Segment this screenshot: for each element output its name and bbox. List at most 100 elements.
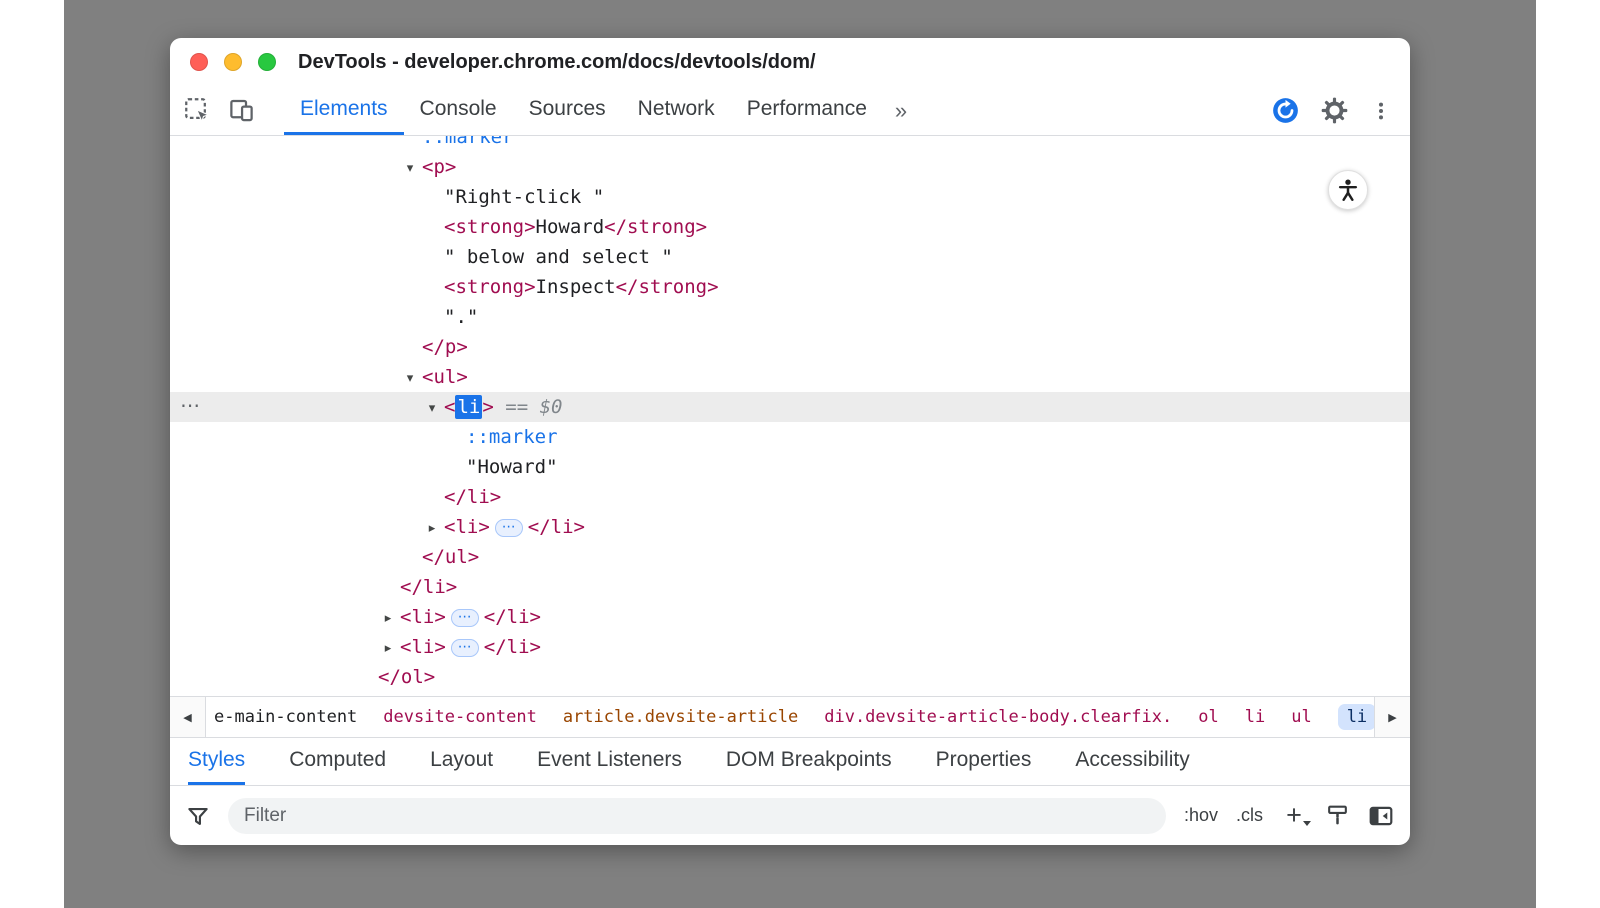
twisty-right-icon[interactable]: ▸ <box>378 634 398 664</box>
dom-tree-row[interactable]: ▸<li> ⋯ </li> <box>170 512 1410 542</box>
sidebar-tabs: Styles Computed Layout Event Listeners DOM B… <box>170 738 1410 786</box>
tag-token: </li> <box>400 576 457 598</box>
filter-funnel-icon <box>186 804 210 828</box>
sync-badge-button[interactable] <box>1272 97 1299 124</box>
text-token: "Right-click " <box>444 186 604 208</box>
dom-tree-row[interactable]: ▸<li>⋯</li> <box>170 632 1410 662</box>
dom-tree-row[interactable]: ▸<li>⋯</li> <box>170 602 1410 632</box>
accessibility-button[interactable] <box>1328 170 1368 210</box>
tag-token: </li> <box>528 516 585 538</box>
dom-tree-row[interactable]: </li> <box>170 482 1410 512</box>
tag-token: <strong> <box>444 276 536 298</box>
breadcrumb-item-li[interactable]: li <box>1338 704 1374 730</box>
sidebar-tab-styles[interactable]: Styles <box>188 738 245 785</box>
styles-filter-input[interactable] <box>228 798 1166 834</box>
twisty-right-icon[interactable]: ▸ <box>378 604 398 634</box>
text-token: "." <box>444 306 478 328</box>
accessibility-person-icon <box>1335 177 1361 203</box>
dom-tree-row[interactable]: </ul> <box>170 542 1410 572</box>
more-options-button[interactable] <box>1370 99 1392 123</box>
element-classes-button[interactable]: .cls <box>1236 805 1263 826</box>
dom-tree-row[interactable]: " below and select " <box>170 242 1410 272</box>
format-paint-button[interactable] <box>1325 803 1350 828</box>
tag-token: </li> <box>484 606 541 628</box>
twisty-down-icon[interactable]: ▾ <box>422 394 442 424</box>
tag-token: </ul> <box>422 546 479 568</box>
dom-tree-row[interactable]: ⋯▾<li> == $0 <box>170 392 1410 422</box>
collapsed-content-button[interactable]: ⋯ <box>451 609 479 627</box>
device-toolbar-button[interactable] <box>226 86 256 135</box>
tag-token: <ul> <box>422 366 468 388</box>
titlebar: DevTools - developer.chrome.com/docs/dev… <box>170 38 1410 86</box>
dom-tree-row[interactable]: </ol> <box>170 662 1410 692</box>
dom-tree-row[interactable]: <strong>Howard</strong> <box>170 212 1410 242</box>
tag-token: </li> <box>484 636 541 658</box>
selected-tag-highlight: li <box>455 395 482 419</box>
tag-token: </ol> <box>378 666 435 688</box>
inspect-element-button[interactable] <box>182 86 212 135</box>
window-title: DevTools - developer.chrome.com/docs/dev… <box>298 51 816 74</box>
zoom-button[interactable] <box>258 53 276 71</box>
sidebar-tab-event-listeners[interactable]: Event Listeners <box>537 738 682 785</box>
toggle-sidebar-icon <box>1368 803 1394 829</box>
breadcrumb-item-li[interactable]: li <box>1245 707 1265 727</box>
dom-tree-row[interactable]: ▾<ul> <box>170 362 1410 392</box>
tab-network[interactable]: Network <box>622 86 731 135</box>
sidebar-tab-dom-breakpoints[interactable]: DOM Breakpoints <box>726 738 892 785</box>
breadcrumb-scroll-left-button[interactable]: ◀ <box>170 697 206 737</box>
more-actions-icon[interactable]: ⋯ <box>180 392 200 419</box>
twisty-down-icon[interactable]: ▾ <box>400 364 420 394</box>
minimize-button[interactable] <box>224 53 242 71</box>
collapsed-content-button[interactable]: ⋯ <box>495 519 523 537</box>
breadcrumb-item-div-devsite-article-body-clearfix[interactable]: div.devsite-article-body.clearfix. <box>824 707 1172 727</box>
breadcrumb-item-e-main-content[interactable]: e-main-content <box>214 707 357 727</box>
dom-tree-row[interactable]: <strong>Inspect</strong> <box>170 272 1410 302</box>
sync-icon <box>1272 97 1299 124</box>
dom-tree-row[interactable]: ::marker <box>170 422 1410 452</box>
sidebar-tab-accessibility[interactable]: Accessibility <box>1075 738 1189 785</box>
breadcrumb-item-ul[interactable]: ul <box>1291 707 1311 727</box>
tag-token: < <box>444 396 455 418</box>
twisty-right-icon[interactable]: ▸ <box>422 514 442 544</box>
dom-tree-row[interactable]: </p> <box>170 332 1410 362</box>
toggle-sidebar-button[interactable] <box>1368 803 1394 829</box>
tag-token: </strong> <box>616 276 719 298</box>
traffic-lights <box>190 53 276 71</box>
sidebar-tab-computed[interactable]: Computed <box>289 738 386 785</box>
settings-button[interactable] <box>1321 97 1348 124</box>
breadcrumb-bar: ◀ e-main-content devsite-content article.d… <box>170 696 1410 738</box>
dom-tree-row[interactable]: "Right-click " <box>170 182 1410 212</box>
dom-tree-row[interactable]: ▾<p> <box>170 152 1410 182</box>
new-style-rule-button[interactable]: + <box>1281 801 1307 831</box>
tag-token: </strong> <box>604 216 707 238</box>
devtools-window: DevTools - developer.chrome.com/docs/dev… <box>170 38 1410 845</box>
main-toolbar: ElementsConsoleSourcesNetworkPerformance… <box>170 86 1410 136</box>
sidebar-tab-layout[interactable]: Layout <box>430 738 493 785</box>
tab-performance[interactable]: Performance <box>731 86 883 135</box>
text-token: "Howard" <box>466 456 558 478</box>
tab-elements[interactable]: Elements <box>284 86 404 135</box>
sidebar-tab-properties[interactable]: Properties <box>936 738 1032 785</box>
text-token: Howard <box>536 216 605 238</box>
dom-tree-row[interactable]: "Howard" <box>170 452 1410 482</box>
collapsed-content-button[interactable]: ⋯ <box>451 639 479 657</box>
breadcrumb-item-ol[interactable]: ol <box>1198 707 1218 727</box>
more-tabs-button[interactable]: » <box>883 86 919 135</box>
breadcrumb-item-article-devsite-article[interactable]: article.devsite-article <box>563 707 798 727</box>
breadcrumb-item-devsite-content[interactable]: devsite-content <box>383 707 537 727</box>
toggle-element-state-button[interactable]: :hov <box>1184 805 1218 826</box>
equals-token: == <box>505 396 528 418</box>
tab-console[interactable]: Console <box>404 86 513 135</box>
toolbar-right <box>1272 86 1410 135</box>
tag-token: <li> <box>444 516 490 538</box>
dom-tree-row[interactable]: "." <box>170 302 1410 332</box>
tag-token: <strong> <box>444 216 536 238</box>
breadcrumb-scroll-right-button[interactable]: ▶ <box>1374 697 1410 737</box>
pseudo-element-token: ::marker <box>466 426 558 448</box>
plus-icon: + <box>1286 800 1302 831</box>
dom-tree-row[interactable]: ::marker <box>170 136 1410 152</box>
tab-sources[interactable]: Sources <box>513 86 622 135</box>
close-button[interactable] <box>190 53 208 71</box>
dom-tree-row[interactable]: </li> <box>170 572 1410 602</box>
twisty-down-icon[interactable]: ▾ <box>400 154 420 184</box>
